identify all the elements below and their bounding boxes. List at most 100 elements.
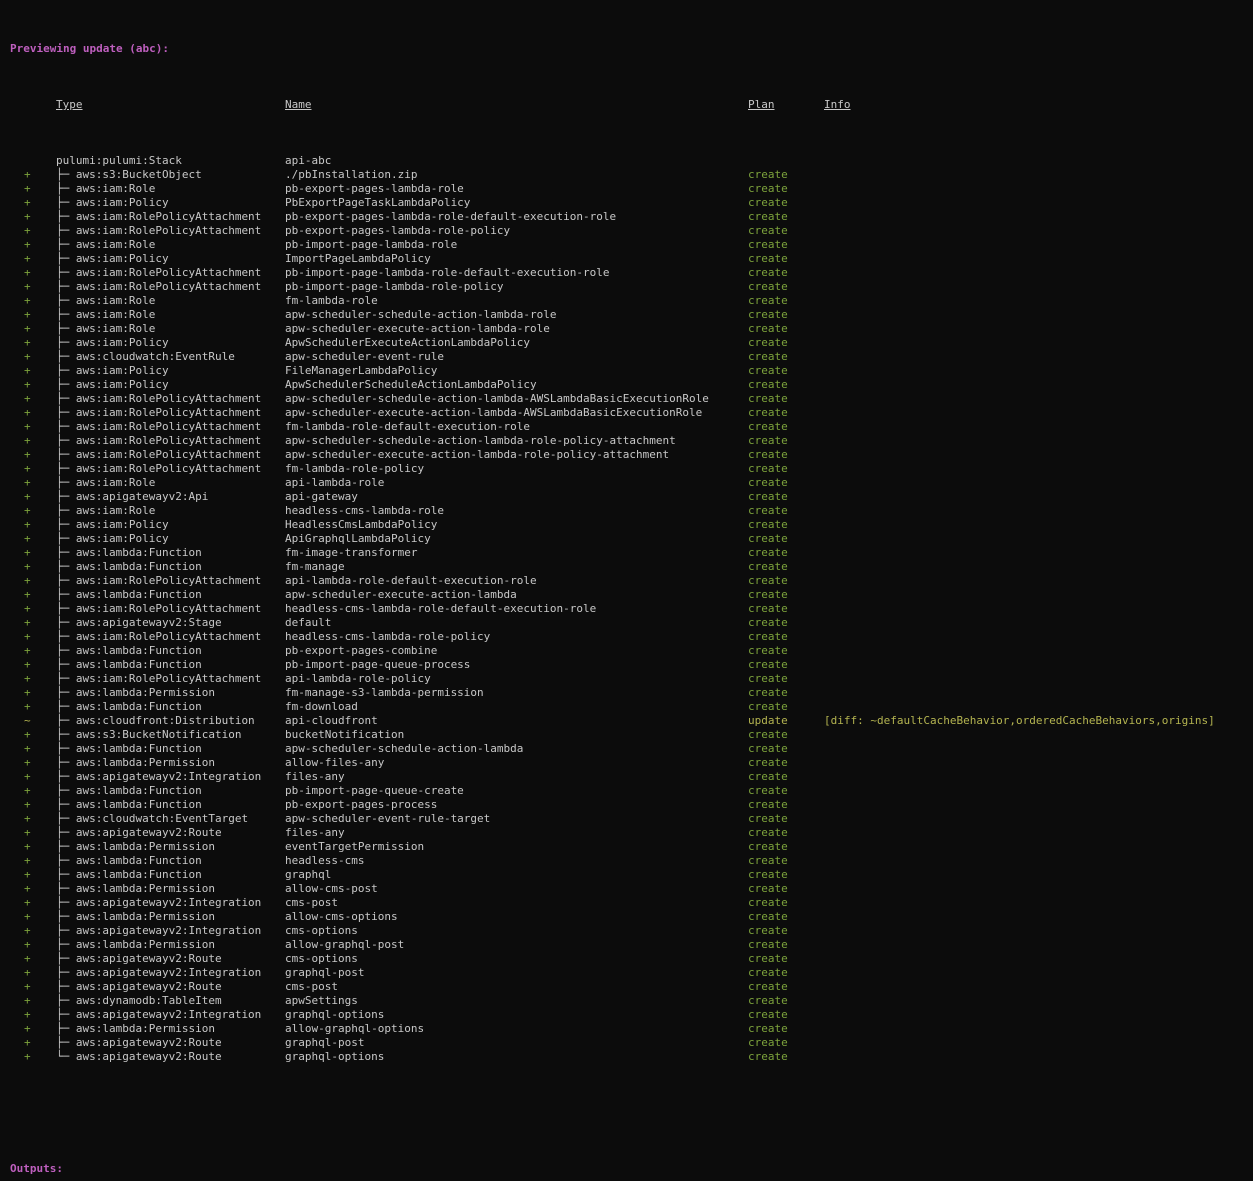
tree-branch: └─ [56, 1050, 76, 1063]
resource-name: api-lambda-role-default-execution-role [285, 574, 748, 588]
table-row: +├─ aws:lambda:Permissionallow-graphql-p… [10, 938, 1253, 952]
info-value [824, 938, 1253, 952]
resource-type-cell: ├─ aws:iam:RolePolicyAttachment [56, 266, 285, 280]
info-value [824, 154, 1253, 168]
tree-branch: ├─ [56, 784, 76, 797]
info-value [824, 910, 1253, 924]
table-row: +├─ aws:s3:BucketNotificationbucketNotif… [10, 728, 1253, 742]
resource-type-cell: pulumi:pulumi:Stack [56, 154, 285, 168]
tree-branch: ├─ [56, 952, 76, 965]
plan-value: create [748, 1050, 824, 1064]
resource-type-cell: ├─ aws:iam:RolePolicyAttachment [56, 434, 285, 448]
resource-type-cell: ├─ aws:iam:RolePolicyAttachment [56, 574, 285, 588]
tree-branch: ├─ [56, 238, 76, 251]
resource-type: aws:iam:Policy [76, 336, 169, 349]
resource-type-cell: ├─ aws:apigatewayv2:Route [56, 1036, 285, 1050]
resource-type-cell: ├─ aws:iam:RolePolicyAttachment [56, 672, 285, 686]
resource-name: PbExportPageTaskLambdaPolicy [285, 196, 748, 210]
resource-type-cell: ├─ aws:iam:Policy [56, 518, 285, 532]
table-row: +├─ aws:apigatewayv2:Routecms-postcreate [10, 980, 1253, 994]
plan-value: create [748, 560, 824, 574]
resource-type-cell: ├─ aws:apigatewayv2:Integration [56, 770, 285, 784]
plan-value: create [748, 196, 824, 210]
change-symbol: + [10, 476, 56, 490]
tree-branch: ├─ [56, 532, 76, 545]
table-row: +├─ aws:lambda:Functionpb-import-page-qu… [10, 784, 1253, 798]
resource-name: apw-scheduler-execute-action-lambda [285, 588, 748, 602]
plan-value: create [748, 616, 824, 630]
plan-value: create [748, 546, 824, 560]
tree-branch: ├─ [56, 938, 76, 951]
change-symbol: + [10, 742, 56, 756]
tree-branch: ├─ [56, 630, 76, 643]
resource-type-cell: ├─ aws:iam:RolePolicyAttachment [56, 392, 285, 406]
resource-type-cell: ├─ aws:iam:Policy [56, 196, 285, 210]
resource-name: apw-scheduler-event-rule-target [285, 812, 748, 826]
tree-branch: ├─ [56, 1036, 76, 1049]
change-symbol: + [10, 644, 56, 658]
plan-value: create [748, 1022, 824, 1036]
change-symbol: + [10, 504, 56, 518]
tree-branch: ├─ [56, 378, 76, 391]
info-value [824, 924, 1253, 938]
resource-type-cell: ├─ aws:lambda:Permission [56, 938, 285, 952]
resource-name: pb-export-pages-lambda-role [285, 182, 748, 196]
resource-type: aws:iam:Role [76, 294, 155, 307]
plan-value: create [748, 938, 824, 952]
change-symbol: + [10, 252, 56, 266]
plan-value: create [748, 308, 824, 322]
resource-name: pb-export-pages-process [285, 798, 748, 812]
resource-type: aws:iam:Role [76, 476, 155, 489]
plan-value: create [748, 966, 824, 980]
plan-value: create [748, 168, 824, 182]
table-row: +├─ aws:iam:RolePolicyAttachmentpb-impor… [10, 280, 1253, 294]
info-value [824, 406, 1253, 420]
table-row: +└─ aws:apigatewayv2:Routegraphql-option… [10, 1050, 1253, 1064]
info-value [824, 602, 1253, 616]
table-row: +├─ aws:iam:Roleapw-scheduler-execute-ac… [10, 322, 1253, 336]
resource-name: apw-scheduler-schedule-action-lambda-rol… [285, 434, 748, 448]
resource-name: fm-image-transformer [285, 546, 748, 560]
table-row: +├─ aws:iam:RolePolicyAttachmentheadless… [10, 630, 1253, 644]
resource-type: aws:lambda:Permission [76, 756, 215, 769]
plan-value: create [748, 266, 824, 280]
plan-value: create [748, 658, 824, 672]
resource-type-cell: ├─ aws:cloudwatch:EventTarget [56, 812, 285, 826]
tree-branch: ├─ [56, 756, 76, 769]
plan-value: create [748, 854, 824, 868]
resource-name: fm-lambda-role-policy [285, 462, 748, 476]
plan-value: create [748, 532, 824, 546]
table-row: +├─ aws:apigatewayv2:Integrationcms-opti… [10, 924, 1253, 938]
plan-value: create [748, 728, 824, 742]
column-header-plan: Plan [748, 98, 775, 111]
table-row: +├─ aws:lambda:Functiongraphqlcreate [10, 868, 1253, 882]
change-symbol: + [10, 868, 56, 882]
info-value [824, 644, 1253, 658]
resource-type-cell: ├─ aws:apigatewayv2:Integration [56, 896, 285, 910]
tree-branch: ├─ [56, 602, 76, 615]
info-value [824, 742, 1253, 756]
table-row: +├─ aws:lambda:Permissionallow-cms-postc… [10, 882, 1253, 896]
change-symbol: + [10, 266, 56, 280]
table-row: +├─ aws:apigatewayv2:Apiapi-gatewaycreat… [10, 490, 1253, 504]
tree-branch: ├─ [56, 798, 76, 811]
plan-value: create [748, 840, 824, 854]
resource-name: cms-options [285, 924, 748, 938]
resource-name: allow-cms-options [285, 910, 748, 924]
resource-name: eventTargetPermission [285, 840, 748, 854]
resource-type: aws:apigatewayv2:Integration [76, 896, 261, 909]
table-row: pulumi:pulumi:Stackapi-abc [10, 154, 1253, 168]
table-row: +├─ aws:lambda:Functionheadless-cmscreat… [10, 854, 1253, 868]
table-row: +├─ aws:iam:RolePolicyAttachmentapw-sche… [10, 392, 1253, 406]
resource-type-cell: ├─ aws:apigatewayv2:Stage [56, 616, 285, 630]
change-symbol: + [10, 980, 56, 994]
info-value [824, 700, 1253, 714]
resource-type-cell: ├─ aws:iam:RolePolicyAttachment [56, 420, 285, 434]
change-symbol: + [10, 854, 56, 868]
table-row: +├─ aws:apigatewayv2:Routegraphql-postcr… [10, 1036, 1253, 1050]
table-row: +├─ aws:iam:Rolefm-lambda-rolecreate [10, 294, 1253, 308]
change-symbol: + [10, 966, 56, 980]
tree-branch: ├─ [56, 224, 76, 237]
resource-name: apw-scheduler-schedule-action-lambda-rol… [285, 308, 748, 322]
resource-name: fm-lambda-role [285, 294, 748, 308]
